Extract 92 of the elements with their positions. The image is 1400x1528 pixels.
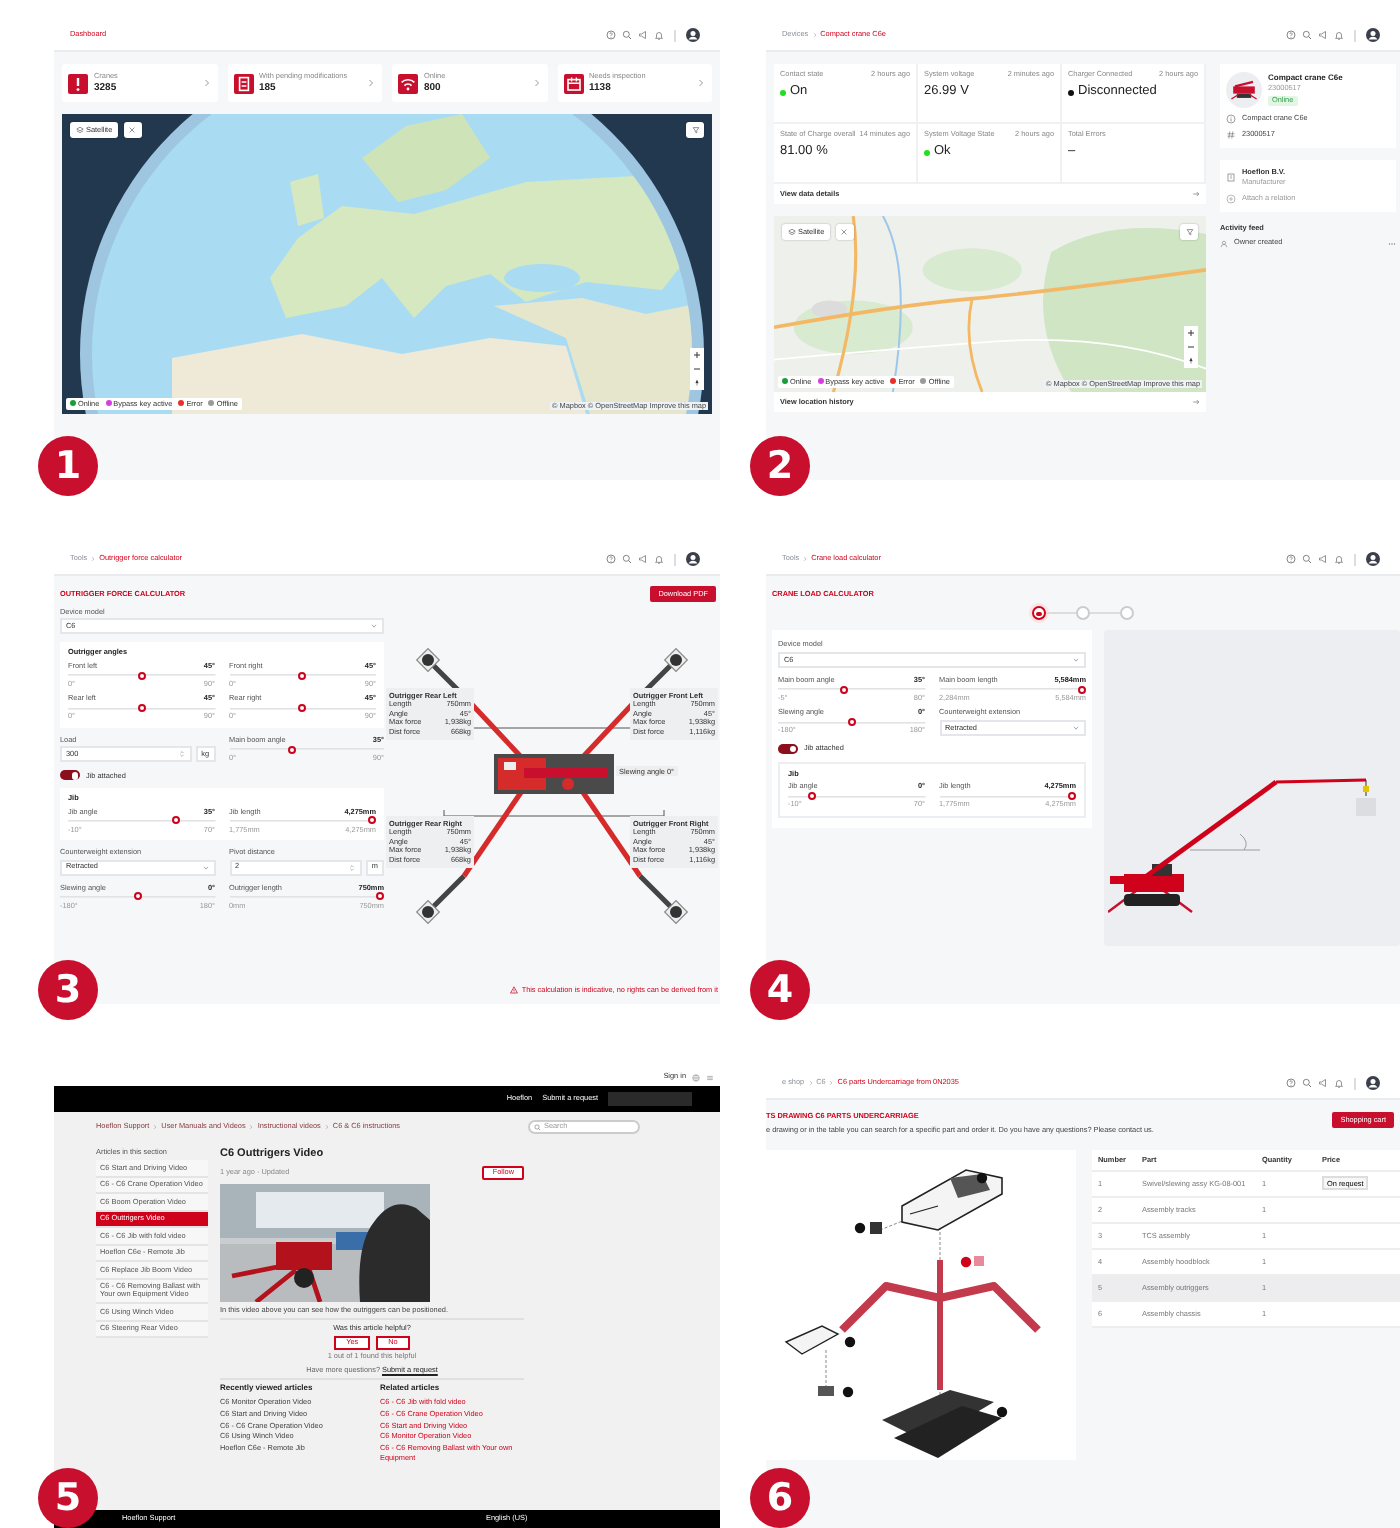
bell-icon[interactable] <box>1334 554 1344 564</box>
search-field[interactable] <box>608 1092 692 1106</box>
avatar-icon[interactable] <box>686 552 700 566</box>
zoom-in-button[interactable] <box>690 348 704 362</box>
compass-icon <box>1186 356 1196 366</box>
slider-thumb[interactable] <box>287 745 296 754</box>
avatar-icon[interactable] <box>1366 1076 1380 1090</box>
arrow-right-icon <box>1192 398 1200 406</box>
slider[interactable] <box>939 791 1076 800</box>
slider-thumb[interactable] <box>137 671 146 680</box>
stepper-arrows-icon <box>177 750 186 759</box>
collapse-icon <box>128 126 137 134</box>
chevron-icon <box>201 78 211 88</box>
filter-button[interactable] <box>1180 224 1198 240</box>
warning-icon <box>510 985 519 994</box>
chevron-icon <box>366 78 376 88</box>
search-icon <box>534 1123 541 1131</box>
number-badge: 2 <box>750 436 810 496</box>
compass-button[interactable] <box>690 376 704 390</box>
collapse-icon <box>840 228 849 236</box>
slider-thumb[interactable] <box>1068 791 1076 800</box>
slider[interactable] <box>229 816 376 825</box>
bell-icon[interactable] <box>1334 30 1344 40</box>
slider-thumb[interactable] <box>376 892 384 901</box>
search-icon[interactable] <box>622 554 632 564</box>
number-badge: 5 <box>38 1468 98 1528</box>
chevron-icon <box>531 78 541 88</box>
toggle-switch[interactable] <box>60 770 80 781</box>
slider-thumb[interactable] <box>137 704 146 713</box>
minus-icon <box>1186 342 1196 352</box>
stepper-arrows-icon <box>347 863 356 872</box>
slider[interactable] <box>939 685 1086 694</box>
filter-icon <box>691 126 699 134</box>
help-icon[interactable] <box>1286 30 1296 40</box>
slider-thumb[interactable] <box>847 718 856 727</box>
slider-thumb[interactable] <box>840 685 849 694</box>
compass-icon <box>692 378 702 388</box>
avatar-icon[interactable] <box>1366 28 1380 42</box>
exclamation-icon <box>68 73 88 93</box>
minus-icon <box>692 364 702 374</box>
megaphone-icon[interactable] <box>1318 1078 1328 1088</box>
chevron-icon <box>696 78 706 88</box>
compass-button[interactable] <box>1184 354 1198 368</box>
slider-thumb[interactable] <box>133 892 142 901</box>
avatar-icon[interactable] <box>1366 552 1380 566</box>
search-icon[interactable] <box>1302 554 1312 564</box>
signal-icon <box>398 73 418 93</box>
building-icon <box>1226 172 1236 183</box>
slider[interactable] <box>229 892 384 901</box>
megaphone-icon[interactable] <box>638 30 648 40</box>
slider[interactable] <box>778 718 925 727</box>
slider-thumb[interactable] <box>298 671 307 680</box>
slider[interactable] <box>60 892 215 901</box>
hash-icon <box>1226 130 1236 140</box>
number-badge: 3 <box>38 960 98 1020</box>
megaphone-icon[interactable] <box>638 554 648 564</box>
filter-button[interactable] <box>686 122 704 138</box>
info-icon <box>1226 114 1236 124</box>
slider-thumb[interactable] <box>368 816 376 825</box>
slider-thumb[interactable] <box>172 816 181 825</box>
toggle-switch[interactable] <box>778 743 798 754</box>
number-badge: 4 <box>750 960 810 1020</box>
layers-icon <box>75 126 83 134</box>
slider[interactable] <box>778 685 925 694</box>
bell-icon[interactable] <box>654 554 664 564</box>
help-icon[interactable] <box>1286 1078 1296 1088</box>
search-icon[interactable] <box>1302 30 1312 40</box>
user-icon <box>1220 239 1228 248</box>
megaphone-icon[interactable] <box>1318 30 1328 40</box>
help-icon[interactable] <box>606 30 616 40</box>
filter-icon <box>1185 228 1193 236</box>
megaphone-icon[interactable] <box>1318 554 1328 564</box>
plus-icon <box>692 350 702 360</box>
help-icon[interactable] <box>1286 554 1296 564</box>
layers-icon <box>787 228 795 236</box>
avatar-icon[interactable] <box>686 28 700 42</box>
calendar-icon <box>563 73 583 93</box>
slider-thumb[interactable] <box>298 704 307 713</box>
document-icon <box>233 73 253 93</box>
zoom-in-button[interactable] <box>1184 326 1198 340</box>
plus-icon <box>1186 328 1196 338</box>
arrow-right-icon <box>1192 190 1200 198</box>
help-icon[interactable] <box>606 554 616 564</box>
bell-icon[interactable] <box>654 30 664 40</box>
number-badge: 1 <box>38 436 98 496</box>
search-icon[interactable] <box>622 30 632 40</box>
search-icon[interactable] <box>1302 1078 1312 1088</box>
slider-thumb[interactable] <box>807 791 816 800</box>
step-indicator[interactable] <box>1032 606 1046 621</box>
bell-icon[interactable] <box>1334 1078 1344 1088</box>
number-badge: 6 <box>750 1468 810 1528</box>
slider-thumb[interactable] <box>1078 685 1086 694</box>
